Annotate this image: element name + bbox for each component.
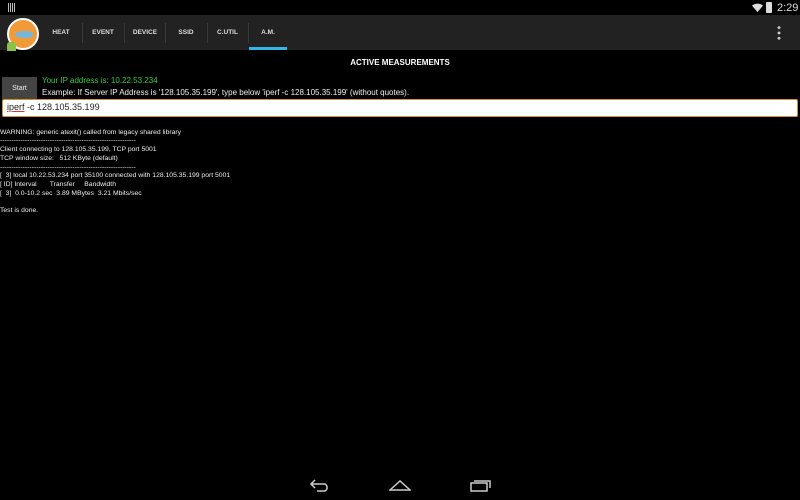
log-line: TCP window size: 512 KByte (default) xyxy=(0,154,118,162)
tab-active-measurements[interactable]: A.M. xyxy=(249,15,287,50)
log-line: [ 3] 0.0-10.2 sec 3.89 MBytes 3.21 Mbits… xyxy=(0,189,142,197)
selected-tab-indicator xyxy=(249,47,287,50)
tab-event[interactable]: EVENT xyxy=(82,15,124,50)
overflow-menu-icon[interactable] xyxy=(777,25,781,41)
recents-icon[interactable] xyxy=(469,478,491,492)
wifi-icon xyxy=(752,3,763,13)
log-line: [ 3] local 10.22.53.234 port 35100 conne… xyxy=(0,172,231,180)
notification-icon xyxy=(8,3,16,12)
log-line: ----------------------------------------… xyxy=(0,163,136,171)
clock: 2:29 xyxy=(777,2,799,14)
example-text: Example: If Server IP Address is '128.10… xyxy=(42,88,410,97)
app-logo[interactable] xyxy=(7,18,39,51)
log-line: Client connecting to 128.105.35.199, TCP… xyxy=(0,146,157,154)
back-icon[interactable] xyxy=(309,478,331,492)
tab-c-util[interactable]: C.UTIL xyxy=(207,15,248,50)
status-bar: 2:29 xyxy=(0,0,800,15)
log-line: ----------------------------------------… xyxy=(0,137,136,145)
tab-ssid[interactable]: SSID xyxy=(165,15,207,50)
start-button[interactable]: Start xyxy=(2,77,37,99)
ip-address-text: Your IP address is: 10.22.53.234 xyxy=(42,76,158,85)
command-input[interactable]: iperf -c 128.105.35.199 xyxy=(2,99,798,117)
output-log: WARNING: generic atexit() called from le… xyxy=(0,120,230,224)
tab-heat[interactable]: HEAT xyxy=(40,15,82,50)
home-icon[interactable] xyxy=(389,478,411,492)
battery-icon xyxy=(766,2,772,13)
log-line: Test is done. xyxy=(0,207,39,215)
page-title: ACTIVE MEASUREMENTS xyxy=(350,58,450,67)
log-line: WARNING: generic atexit() called from le… xyxy=(0,128,182,136)
log-line: [ ID] Interval Transfer Bandwidth xyxy=(0,180,116,188)
tab-device[interactable]: DEVICE xyxy=(124,15,166,50)
